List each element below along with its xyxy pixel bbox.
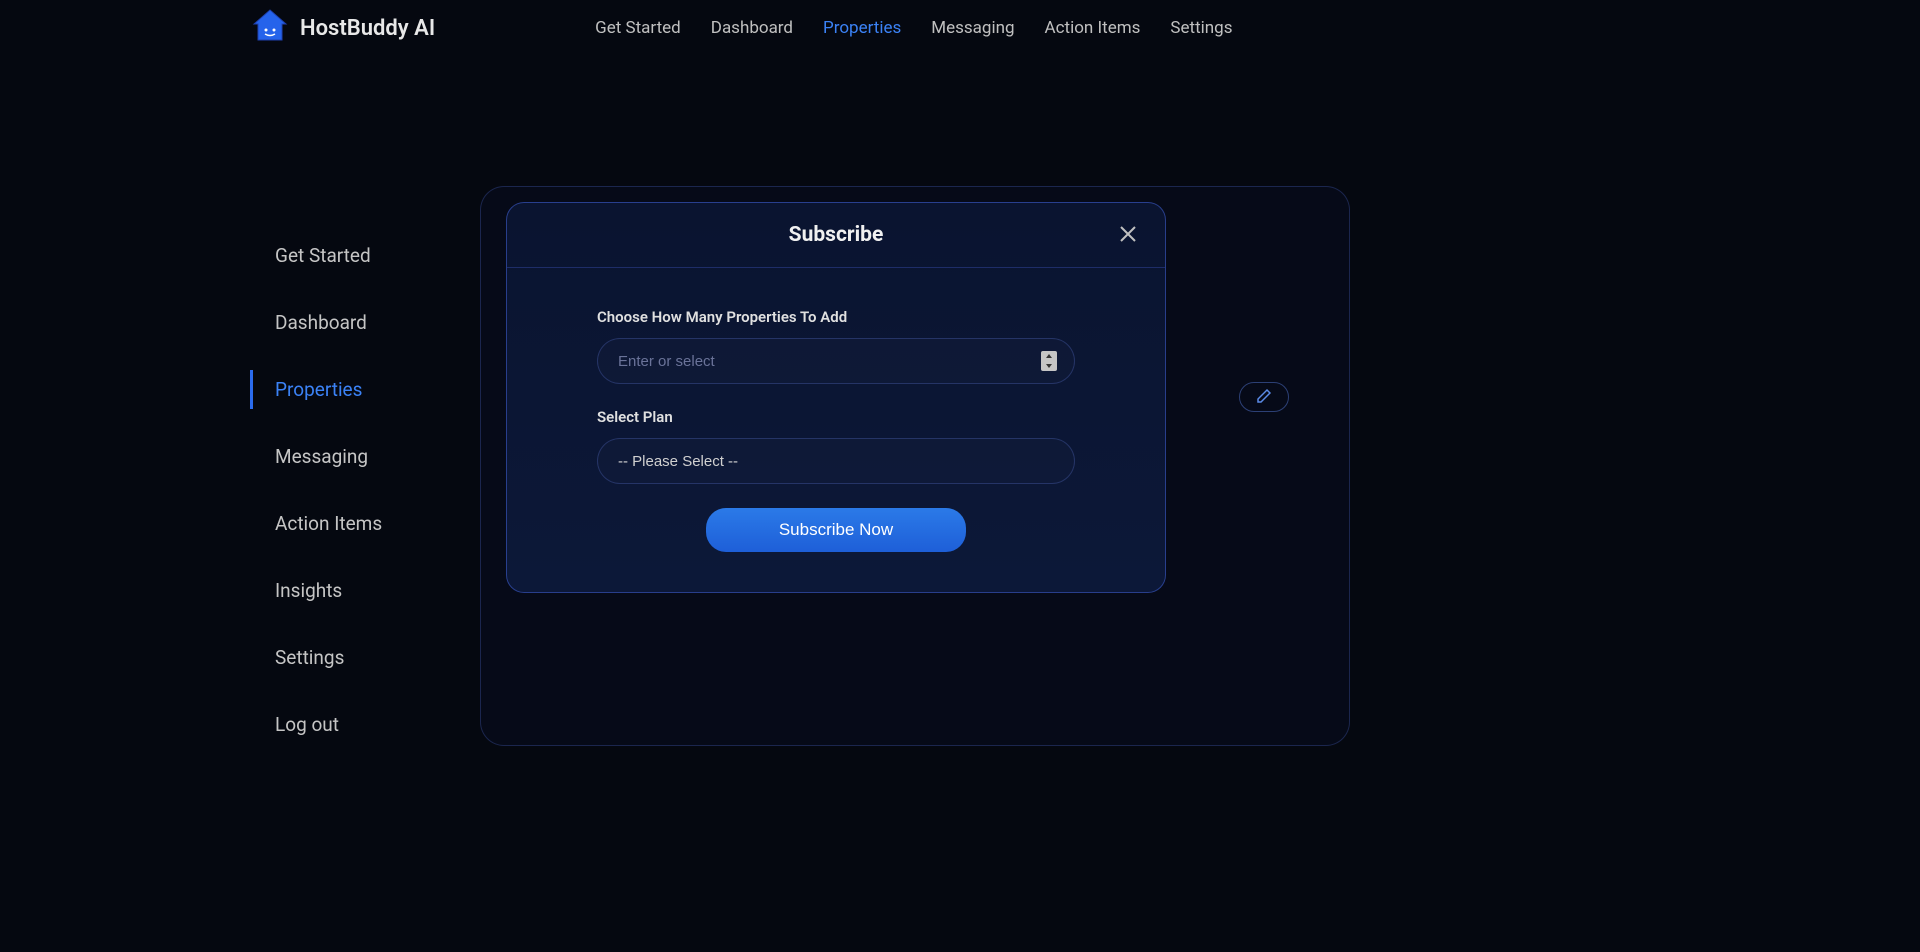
sidebar-item-insights[interactable]: Insights (250, 571, 440, 610)
modal-title: Subscribe (789, 223, 884, 247)
close-icon (1119, 225, 1137, 243)
content-panel: Subscribe Choose How Many Properties To … (480, 186, 1350, 746)
properties-input-wrap (597, 338, 1075, 384)
properties-field-group: Choose How Many Properties To Add (597, 308, 1075, 384)
subscribe-modal: Subscribe Choose How Many Properties To … (506, 202, 1166, 593)
modal-body: Choose How Many Properties To Add (507, 268, 1165, 592)
sidebar-item-messaging[interactable]: Messaging (250, 437, 440, 476)
house-icon (250, 8, 290, 48)
sidebar-item-dashboard[interactable]: Dashboard (250, 303, 440, 342)
nav-links: Get Started Dashboard Properties Messagi… (595, 18, 1232, 38)
subscribe-now-button[interactable]: Subscribe Now (706, 508, 966, 552)
brand-name: HostBuddy AI (300, 16, 435, 41)
sidebar-item-properties[interactable]: Properties (250, 370, 440, 409)
sidebar-item-get-started[interactable]: Get Started (250, 236, 440, 275)
properties-label: Choose How Many Properties To Add (597, 308, 1075, 326)
plan-label: Select Plan (597, 408, 1075, 426)
number-stepper-icon[interactable] (1041, 351, 1057, 371)
modal-header: Subscribe (507, 203, 1165, 268)
nav-properties[interactable]: Properties (823, 18, 901, 38)
brand-logo[interactable]: HostBuddy AI (250, 8, 435, 48)
main-container: Get Started Dashboard Properties Messagi… (0, 56, 1920, 786)
nav-settings[interactable]: Settings (1170, 18, 1232, 38)
nav-get-started[interactable]: Get Started (595, 18, 681, 38)
nav-messaging[interactable]: Messaging (931, 18, 1014, 38)
properties-input[interactable] (597, 338, 1075, 384)
plan-field-group: Select Plan -- Please Select -- (597, 408, 1075, 484)
sidebar-item-log-out[interactable]: Log out (250, 705, 440, 744)
top-nav: HostBuddy AI Get Started Dashboard Prope… (0, 0, 1920, 56)
close-button[interactable] (1119, 225, 1141, 247)
sidebar: Get Started Dashboard Properties Messagi… (250, 186, 440, 746)
sidebar-item-action-items[interactable]: Action Items (250, 504, 440, 543)
nav-dashboard[interactable]: Dashboard (711, 18, 793, 38)
sidebar-item-settings[interactable]: Settings (250, 638, 440, 677)
plan-select[interactable]: -- Please Select -- (597, 438, 1075, 484)
nav-action-items[interactable]: Action Items (1045, 18, 1141, 38)
modal-overlay: Subscribe Choose How Many Properties To … (481, 187, 1349, 745)
